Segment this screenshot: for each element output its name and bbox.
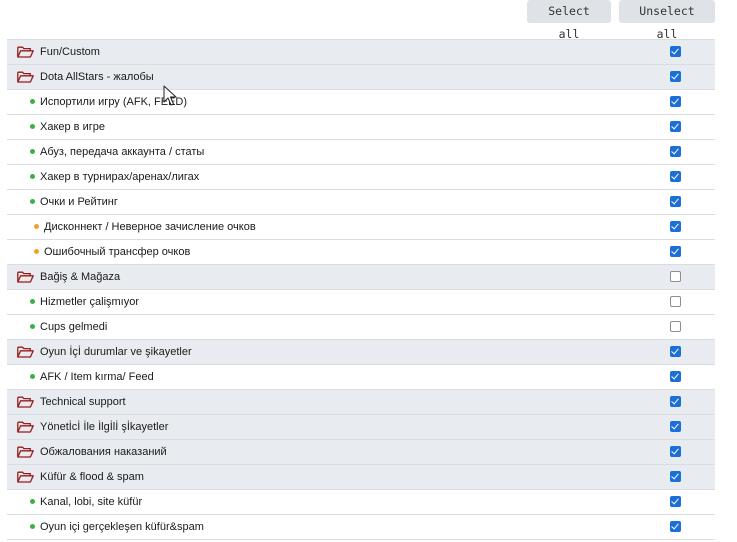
category-item-row[interactable]: Дисконнект / Неверное зачисление очков xyxy=(7,215,715,240)
category-item-row[interactable]: Испортили игру (AFK, FEED) xyxy=(7,90,715,115)
category-group-row[interactable]: Küfür & flood & spam xyxy=(7,465,715,490)
category-item-row[interactable]: Ошибочный трансфер очков xyxy=(7,240,715,265)
category-list: Fun/Custom Dota AllStars - жалобы Испортил… xyxy=(7,39,715,540)
category-checkbox[interactable] xyxy=(670,46,681,57)
category-checkbox[interactable] xyxy=(670,421,681,432)
bullet-dot-icon xyxy=(30,124,35,129)
category-group-row[interactable]: Yönetİcİ İle İlgİlİ şİkayetler xyxy=(7,415,715,440)
folder-open-icon xyxy=(17,271,34,283)
bullet-dot-icon xyxy=(30,499,35,504)
category-label: Дисконнект / Неверное зачисление очков xyxy=(44,221,256,233)
mouse-cursor-icon xyxy=(163,85,177,106)
folder-open-icon xyxy=(17,46,34,58)
unselect-all-button[interactable]: Unselect all xyxy=(619,0,715,41)
bullet-dot-icon xyxy=(30,199,35,204)
category-label: Ошибочный трансфер очков xyxy=(44,246,191,258)
category-checkbox[interactable] xyxy=(670,171,681,182)
category-group-row[interactable]: Technical support xyxy=(7,390,715,415)
category-label: Oyun içi gerçekleşen küfür&spam xyxy=(40,521,204,533)
category-label: Kanal, lobi, site küfür xyxy=(40,496,143,508)
category-checkbox[interactable] xyxy=(670,446,681,457)
folder-open-icon xyxy=(17,396,34,408)
category-checkbox[interactable] xyxy=(670,496,681,507)
category-checkbox[interactable] xyxy=(670,71,681,82)
category-label: Хакер в игре xyxy=(40,121,105,133)
category-checkbox[interactable] xyxy=(670,146,681,157)
bullet-dot-icon xyxy=(30,374,35,379)
category-label: Bağiş & Mağaza xyxy=(40,271,121,283)
bullet-dot-icon xyxy=(34,249,39,254)
category-label: Oyun İçİ durumlar ve şikayetler xyxy=(40,346,192,358)
category-label: Cups gelmedi xyxy=(40,321,108,333)
category-group-row[interactable]: Oyun İçİ durumlar ve şikayetler xyxy=(7,340,715,365)
bullet-dot-icon xyxy=(30,324,35,329)
category-checkbox[interactable] xyxy=(670,346,681,357)
category-group-row[interactable]: Обжалования наказаний xyxy=(7,440,715,465)
category-item-row[interactable]: Хакер в игре xyxy=(7,115,715,140)
bullet-dot-icon xyxy=(34,224,39,229)
category-checkbox[interactable] xyxy=(670,121,681,132)
bullet-dot-icon xyxy=(30,524,35,529)
category-label: Hizmetler çalişmıyor xyxy=(40,296,140,308)
category-checkbox[interactable] xyxy=(670,271,681,282)
category-label: Абуз, передача аккаунта / статы xyxy=(40,146,205,158)
category-item-row[interactable]: Абуз, передача аккаунта / статы xyxy=(7,140,715,165)
category-label: AFK / Item kırma/ Feed xyxy=(40,371,154,383)
category-item-row[interactable]: AFK / Item kırma/ Feed xyxy=(7,365,715,390)
category-item-row[interactable]: Kanal, lobi, site küfür xyxy=(7,490,715,515)
select-all-button[interactable]: Select all xyxy=(527,0,611,41)
category-filter-page: Select all Unselect all Fun/Custom Dota A… xyxy=(0,0,737,542)
category-item-row[interactable]: Hizmetler çalişmıyor xyxy=(7,290,715,315)
bullet-dot-icon xyxy=(30,174,35,179)
bullet-dot-icon xyxy=(30,99,35,104)
folder-open-icon xyxy=(17,421,34,433)
folder-open-icon xyxy=(17,446,34,458)
category-group-row[interactable]: Bağiş & Mağaza xyxy=(7,265,715,290)
category-group-row[interactable]: Fun/Custom xyxy=(7,40,715,65)
category-item-row[interactable]: Oyun içi gerçekleşen küfür&spam xyxy=(7,515,715,540)
category-label: Yönetİcİ İle İlgİlİ şİkayetler xyxy=(40,421,169,433)
category-label: Dota AllStars - жалобы xyxy=(40,71,154,83)
category-checkbox[interactable] xyxy=(670,321,681,332)
category-checkbox[interactable] xyxy=(670,196,681,207)
category-item-row[interactable]: Хакер в турнирах/аренах/лигах xyxy=(7,165,715,190)
bullet-dot-icon xyxy=(30,149,35,154)
category-checkbox[interactable] xyxy=(670,296,681,307)
category-label: Очки и Рейтинг xyxy=(40,196,118,208)
folder-open-icon xyxy=(17,471,34,483)
category-label: Küfür & flood & spam xyxy=(40,471,144,483)
category-label: Fun/Custom xyxy=(40,46,100,58)
folder-open-icon xyxy=(17,71,34,83)
category-item-row[interactable]: Cups gelmedi xyxy=(7,315,715,340)
bullet-dot-icon xyxy=(30,299,35,304)
toolbar: Select all Unselect all xyxy=(527,0,715,41)
category-checkbox[interactable] xyxy=(670,471,681,482)
category-item-row[interactable]: Очки и Рейтинг xyxy=(7,190,715,215)
category-checkbox[interactable] xyxy=(670,371,681,382)
category-label: Хакер в турнирах/аренах/лигах xyxy=(40,171,200,183)
category-label: Обжалования наказаний xyxy=(40,446,167,458)
category-checkbox[interactable] xyxy=(670,96,681,107)
folder-open-icon xyxy=(17,346,34,358)
category-checkbox[interactable] xyxy=(670,396,681,407)
category-label: Technical support xyxy=(40,396,126,408)
category-group-row[interactable]: Dota AllStars - жалобы xyxy=(7,65,715,90)
category-checkbox[interactable] xyxy=(670,521,681,532)
category-checkbox[interactable] xyxy=(670,221,681,232)
category-checkbox[interactable] xyxy=(670,246,681,257)
